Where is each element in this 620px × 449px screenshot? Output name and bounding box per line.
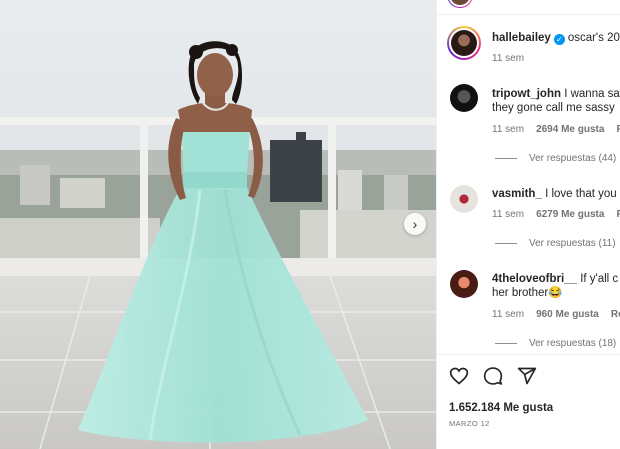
caption-time[interactable]: 11 sem (492, 53, 524, 64)
comment-meta: 11 sem 960 Me gusta Re (492, 309, 620, 320)
comment-time[interactable]: 11 sem (492, 309, 524, 320)
comment-avatar[interactable] (450, 185, 478, 213)
author-username[interactable]: hallebailey (492, 32, 551, 44)
chevron-right-icon: › (412, 216, 418, 232)
comments-panel: hallebailey✓oscar's 2023 11 sem tripowt_… (437, 0, 620, 449)
comment-text: I love that you (545, 188, 617, 200)
comment-text: they gone call me sassy (492, 102, 615, 114)
comment-bubble-icon[interactable] (483, 366, 503, 386)
reply-button[interactable]: R (616, 209, 620, 220)
replies-dash (495, 343, 517, 344)
comment-meta: 11 sem 2694 Me gusta R (492, 124, 620, 135)
view-replies-label: Ver respuestas (18) (529, 338, 617, 349)
author-avatar[interactable] (447, 26, 481, 60)
next-photo-button[interactable]: › (404, 213, 426, 235)
view-replies-label: Ver respuestas (44) (529, 153, 617, 164)
view-replies-button[interactable]: Ver respuestas (44) (495, 153, 616, 164)
comment-time[interactable]: 11 sem (492, 209, 524, 220)
photo-scene (0, 0, 436, 449)
post-like-count[interactable]: 1.652.184 Me gusta (449, 402, 553, 414)
view-replies-button[interactable]: Ver respuestas (11) (495, 238, 616, 249)
comment-text-line: 4theloveofbri__ If y'all c (492, 272, 618, 286)
caption-meta: 11 sem (492, 53, 536, 64)
comment-text-line: tripowt_john I wanna say (492, 87, 620, 101)
caption-text: oscar's 2023 (567, 32, 620, 44)
comment-likes[interactable]: 6279 Me gusta (536, 209, 604, 220)
view-replies-label: Ver respuestas (11) (529, 238, 616, 249)
laughing-emoji: 😂 (548, 287, 563, 299)
view-replies-button[interactable]: Ver respuestas (18) (495, 338, 616, 349)
comment-text-line-2: they gone call me sassy (492, 101, 615, 115)
comment-time[interactable]: 11 sem (492, 124, 524, 135)
comment-username[interactable]: 4theloveofbri__ (492, 273, 577, 285)
comment-avatar[interactable] (450, 84, 478, 112)
post-date[interactable]: MARZO 12 (449, 419, 490, 428)
comment-likes[interactable]: 2694 Me gusta (536, 124, 604, 135)
reply-button[interactable]: R (616, 124, 620, 135)
comment-text-line: vasmith_ I love that you (492, 187, 617, 201)
header-avatar[interactable] (447, 0, 473, 8)
replies-dash (495, 158, 517, 159)
comment-username[interactable]: tripowt_john (492, 88, 561, 100)
paper-plane-icon[interactable] (517, 366, 537, 386)
comment-meta: 11 sem 6279 Me gusta R (492, 209, 620, 220)
comment-likes[interactable]: 960 Me gusta (536, 309, 599, 320)
comment-text-line-2: her brother😂 (492, 286, 563, 300)
post-photo[interactable]: › (0, 0, 436, 449)
heart-icon[interactable] (449, 366, 469, 386)
comment-avatar[interactable] (450, 270, 478, 298)
caption-line: hallebailey✓oscar's 2023 (492, 31, 620, 45)
action-bar (449, 366, 537, 386)
actions-divider (437, 354, 620, 355)
comment-username[interactable]: vasmith_ (492, 188, 542, 200)
reply-button[interactable]: Re (611, 309, 620, 320)
verified-badge-icon: ✓ (553, 34, 565, 45)
comment-text: I wanna say (564, 88, 620, 100)
header-divider (437, 14, 620, 15)
replies-dash (495, 243, 517, 244)
comment-text: her brother (492, 287, 549, 299)
comment-text: If y'all c (580, 273, 619, 285)
